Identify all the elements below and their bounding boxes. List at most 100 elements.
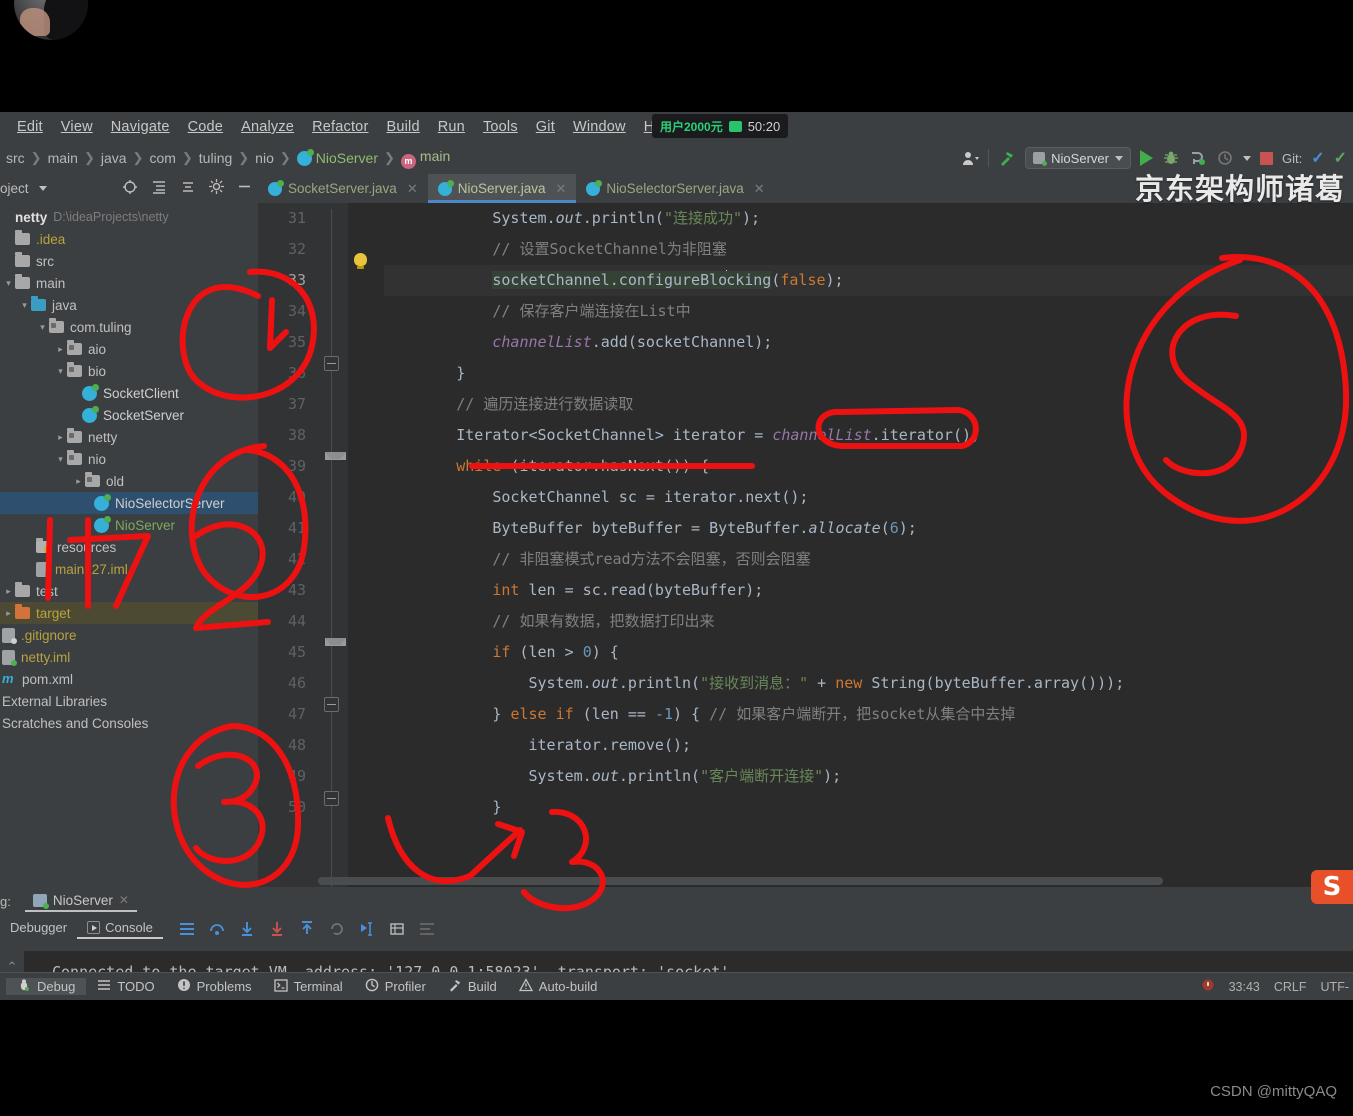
status-tab-problems[interactable]: Problems — [166, 978, 263, 995]
breadcrumb-item-tuling[interactable]: tuling — [193, 150, 238, 166]
menu-item-git[interactable]: Git — [527, 117, 564, 137]
fold-collapse-icon[interactable] — [324, 697, 339, 712]
tree-node-main-iml[interactable]: main127.iml — [0, 558, 258, 580]
editor-tab-nioselectorserver[interactable]: NioSelectorServer.java ✕ — [576, 174, 774, 203]
tree-node-nioselectorserver[interactable]: NioSelectorServer — [0, 492, 258, 514]
line-separator[interactable]: CRLF — [1274, 980, 1307, 994]
menu-lines-icon[interactable] — [179, 921, 195, 937]
force-step-into-icon[interactable] — [269, 921, 285, 937]
close-icon[interactable]: ✕ — [407, 181, 418, 197]
chevron-down-icon[interactable]: ▾ — [54, 454, 67, 465]
tree-node-pom-xml[interactable]: m pom.xml — [0, 668, 258, 690]
profile-icon[interactable] — [1216, 149, 1234, 167]
user-icon[interactable] — [961, 149, 979, 167]
chevron-down-icon[interactable]: ▾ — [36, 322, 49, 333]
fold-expand-icon[interactable] — [324, 635, 346, 650]
horizontal-scrollbar[interactable] — [318, 877, 1163, 885]
menu-item-window[interactable]: Window — [564, 117, 635, 137]
debug-session-tab[interactable]: NioServer ✕ — [24, 893, 138, 912]
code-folding-gutter[interactable] — [316, 203, 348, 887]
menu-item-refactor[interactable]: Refactor — [303, 117, 377, 137]
run-icon[interactable] — [1139, 150, 1153, 166]
breadcrumb-item-src[interactable]: src — [0, 150, 31, 166]
tree-node-src[interactable]: src — [0, 250, 258, 272]
breadcrumb-item-java[interactable]: java — [95, 150, 133, 166]
menu-item-code[interactable]: Code — [179, 117, 232, 137]
tab-debugger[interactable]: Debugger — [0, 920, 77, 938]
code-editor[interactable]: 31 32 33 34 35 36 37 38 39 40 41 42 43 4… — [258, 203, 1353, 887]
locate-icon[interactable] — [122, 179, 138, 198]
menu-item-view[interactable]: View — [52, 117, 102, 137]
tree-node-external-libraries[interactable]: External Libraries — [0, 690, 258, 712]
stop-icon[interactable] — [1259, 151, 1273, 165]
tree-node-scratches[interactable]: Scratches and Consoles — [0, 712, 258, 734]
chevron-right-icon[interactable]: ▸ — [54, 432, 67, 443]
fold-collapse-icon[interactable] — [324, 356, 339, 371]
debug-icon[interactable] — [1162, 149, 1180, 167]
step-out-icon[interactable] — [299, 921, 315, 937]
tree-node-netty-iml[interactable]: netty.iml — [0, 646, 258, 668]
tree-node-socketclient[interactable]: SocketClient — [0, 382, 258, 404]
chevron-right-icon[interactable]: ▸ — [72, 476, 85, 487]
editor-tab-socketserver[interactable]: SocketServer.java ✕ — [258, 174, 428, 203]
breadcrumb-item-nio[interactable]: nio — [249, 150, 280, 166]
breadcrumb-item-com[interactable]: com — [143, 150, 181, 166]
run-with-coverage-icon[interactable] — [1189, 149, 1207, 167]
menu-item-tools[interactable]: Tools — [474, 117, 527, 137]
tree-node-resources[interactable]: resources — [0, 536, 258, 558]
evaluate-expression-icon[interactable] — [389, 921, 405, 937]
tree-node-netty-pkg[interactable]: ▸ netty — [0, 426, 258, 448]
tree-node-com-tuling[interactable]: ▾ com.tuling — [0, 316, 258, 338]
expand-all-icon[interactable] — [151, 179, 167, 198]
soft-wrap-icon[interactable] — [419, 921, 435, 937]
tree-node-nio[interactable]: ▾ nio — [0, 448, 258, 470]
breadcrumb-item-class[interactable]: NioServer — [291, 149, 384, 166]
drop-frame-icon[interactable] — [329, 921, 345, 937]
settings-gear-icon[interactable] — [209, 179, 224, 197]
close-icon[interactable]: ✕ — [556, 181, 567, 197]
notification-icon[interactable] — [1201, 978, 1215, 995]
tree-node-idea[interactable]: .idea — [0, 228, 258, 250]
chevron-right-icon[interactable]: ▸ — [2, 586, 15, 597]
tree-node-target[interactable]: ▸ target — [0, 602, 258, 624]
chevron-down-icon[interactable] — [38, 185, 47, 191]
hammer-icon[interactable] — [998, 149, 1016, 167]
chevron-down-icon[interactable]: ▾ — [18, 300, 31, 311]
close-icon[interactable]: ✕ — [754, 181, 765, 197]
tab-console[interactable]: Console — [77, 920, 163, 939]
breadcrumb-item-method[interactable]: m main — [395, 148, 456, 169]
close-icon[interactable]: ✕ — [119, 893, 129, 907]
run-configuration-selector[interactable]: NioServer — [1025, 147, 1131, 169]
git-update-icon[interactable]: ✓ — [1311, 148, 1324, 168]
caret-position[interactable]: 33:43 — [1229, 980, 1260, 994]
file-encoding[interactable]: UTF- — [1321, 980, 1349, 994]
fold-collapse-icon[interactable] — [324, 791, 339, 806]
chevron-right-icon[interactable]: ▸ — [54, 344, 67, 355]
tree-node-aio[interactable]: ▸ aio — [0, 338, 258, 360]
chevron-down-icon[interactable] — [1242, 155, 1251, 161]
hide-panel-icon[interactable] — [237, 179, 252, 197]
chevron-down-icon[interactable]: ▾ — [2, 278, 15, 289]
status-tab-auto-build[interactable]: Auto-build — [508, 978, 609, 995]
tree-node-bio[interactable]: ▾ bio — [0, 360, 258, 382]
collapse-all-icon[interactable] — [180, 179, 196, 198]
status-tab-profiler[interactable]: Profiler — [354, 978, 437, 995]
fold-expand-icon[interactable] — [324, 449, 346, 464]
step-into-icon[interactable] — [239, 921, 255, 937]
tree-node-main[interactable]: ▾ main — [0, 272, 258, 294]
run-to-cursor-icon[interactable] — [359, 921, 375, 937]
status-tab-todo[interactable]: TODO — [86, 978, 165, 995]
status-tab-terminal[interactable]: Terminal — [263, 978, 354, 995]
tree-node-nioserver[interactable]: NioServer — [0, 514, 258, 536]
menu-item-run[interactable]: Run — [429, 117, 474, 137]
editor-tab-nioserver[interactable]: NioServer.java ✕ — [427, 174, 577, 203]
lightbulb-icon[interactable] — [354, 253, 367, 269]
menu-item-build[interactable]: Build — [377, 117, 428, 137]
breadcrumb-item-main[interactable]: main — [42, 150, 84, 166]
status-tab-debug[interactable]: Debug — [6, 978, 87, 995]
git-commit-icon[interactable]: ✓ — [1334, 148, 1347, 168]
tree-node-java[interactable]: ▾ java — [0, 294, 258, 316]
tree-node-test[interactable]: ▸ test — [0, 580, 258, 602]
step-over-icon[interactable] — [209, 921, 225, 937]
menu-item-navigate[interactable]: Navigate — [102, 117, 179, 137]
